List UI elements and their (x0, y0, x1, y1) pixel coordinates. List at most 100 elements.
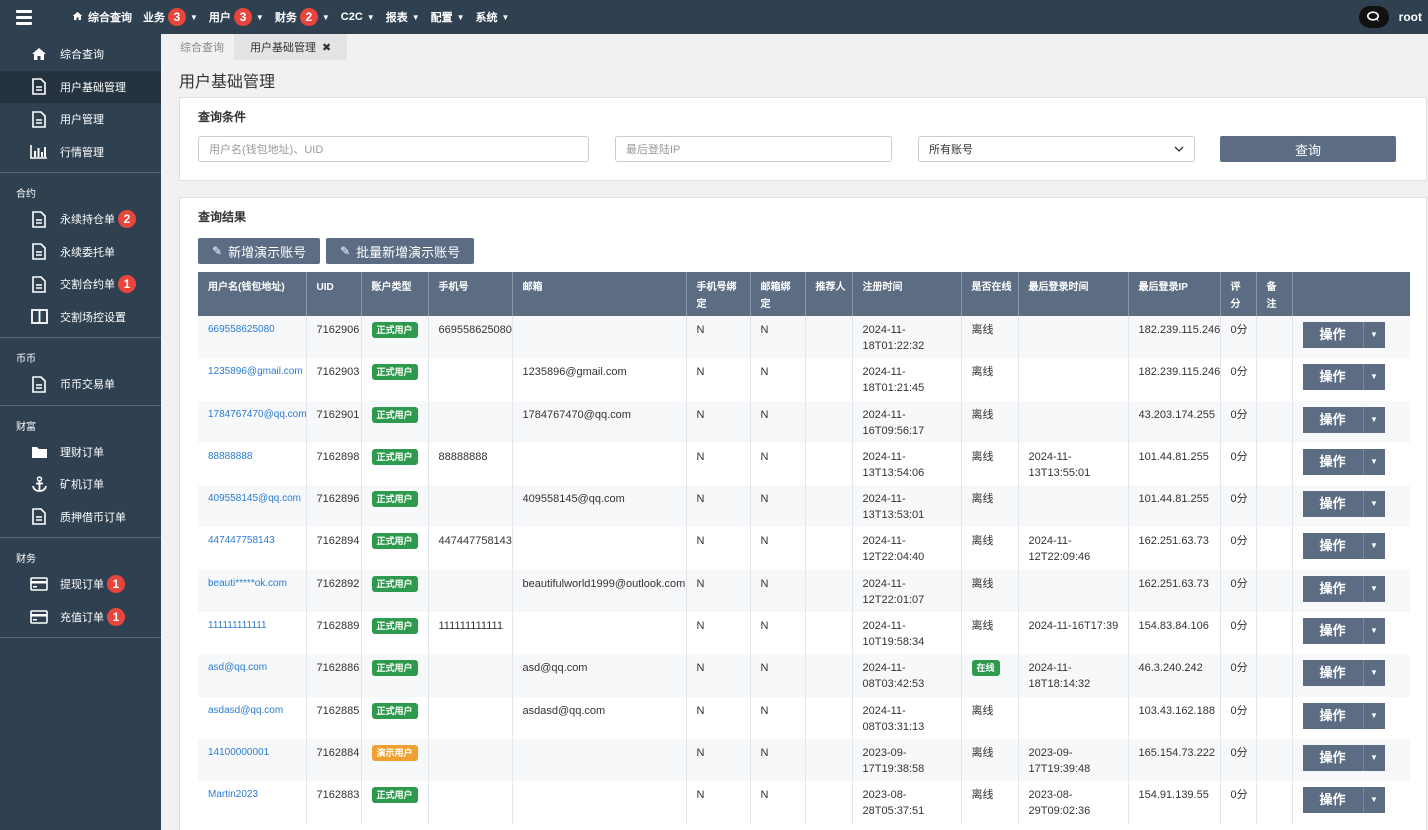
table-cell-email-bind: N (750, 738, 806, 782)
caret-down-icon[interactable]: ▼ (1362, 575, 1385, 602)
page-tab-label: 用户基础管理 (250, 42, 316, 54)
table-cell-note (1256, 400, 1293, 443)
username-link[interactable]: 447447758143 (198, 527, 307, 570)
account-type-badge: 正式用户 (371, 575, 418, 592)
caret-down-icon[interactable]: ▼ (1362, 491, 1385, 518)
last-login-ip-input[interactable]: 最后登陆IP (615, 136, 892, 162)
sidebar-item[interactable]: 币币交易单 (0, 368, 161, 401)
operation-button[interactable]: 操作 (1302, 660, 1363, 687)
username-link[interactable]: 409558145@qq.com (198, 485, 307, 528)
username-search-input[interactable]: 用户名(钱包地址)、UID (198, 136, 589, 162)
column-header: 用户名(钱包地址) (198, 272, 307, 316)
sidebar-item[interactable]: 提现订单 1 (0, 568, 161, 601)
sidebar-item[interactable]: 交割场控设置 (0, 301, 161, 334)
add-demo-account-label: 新增演示账号 (228, 244, 307, 260)
top-menu-item[interactable]: 业务 3 ▼ (143, 8, 198, 26)
operation-button[interactable]: 操作 (1302, 406, 1363, 433)
sidebar-item[interactable]: 综合查询 (0, 38, 161, 71)
operation-button[interactable]: 操作 (1302, 702, 1363, 729)
close-icon[interactable]: ✖ (322, 41, 331, 54)
file-icon (30, 78, 48, 96)
caret-down-icon[interactable]: ▼ (1362, 702, 1385, 729)
page-tab[interactable]: 综合查询 (170, 34, 234, 60)
file-icon (30, 110, 48, 128)
caret-down-icon[interactable]: ▼ (1362, 533, 1385, 560)
table-cell-online: 离线 (961, 400, 1019, 443)
table-cell-referrer (805, 485, 853, 528)
table-cell-uid: 7162903 (306, 358, 362, 401)
add-demo-account-button[interactable]: ✎ 新增演示账号 (198, 238, 321, 264)
table-row: 447447758143 7162894 正式用户 447447758143 N N 202… (198, 527, 1410, 570)
username-link[interactable]: 669558625080 (198, 316, 307, 359)
operation-button[interactable]: 操作 (1302, 322, 1363, 348)
username-link[interactable]: 1784767470@qq.com (198, 400, 307, 443)
operation-button[interactable]: 操作 (1302, 448, 1363, 475)
table-cell-online: 离线 (961, 316, 1019, 359)
sidebar-item[interactable]: 用户管理 (0, 103, 161, 136)
username-link[interactable]: beauti*****ok.com (198, 569, 307, 613)
chat-icon[interactable] (1358, 6, 1389, 28)
username-link[interactable]: 88888888 (198, 442, 307, 486)
top-menu-item[interactable]: 配置 ▼ (431, 9, 465, 25)
sidebar-item[interactable]: 矿机订单 (0, 468, 161, 501)
sidebar-item[interactable]: 质押借币订单 (0, 501, 161, 534)
username-link[interactable]: 14100000001 (198, 738, 307, 782)
operation-button[interactable]: 操作 (1302, 575, 1363, 602)
top-menu-item[interactable]: 用户 3 ▼ (209, 8, 264, 26)
hamburger-menu-icon[interactable] (0, 0, 48, 34)
top-menu-item[interactable]: 综合查询 (72, 9, 132, 25)
username-link[interactable]: asd@qq.com (198, 654, 307, 697)
account-type-select[interactable]: 所有账号 (918, 136, 1195, 162)
caret-down-icon[interactable]: ▼ (1362, 448, 1385, 475)
sidebar-item[interactable]: 永续持仓单 2 (0, 203, 161, 236)
operation-button[interactable]: 操作 (1302, 364, 1363, 391)
account-type-cell: 演示用户 (361, 738, 429, 782)
caret-down-icon[interactable]: ▼ (1362, 406, 1385, 433)
current-user[interactable]: root (1399, 10, 1422, 24)
operation-button[interactable]: 操作 (1302, 618, 1363, 645)
file-icon (30, 243, 48, 261)
caret-down-icon[interactable]: ▼ (1362, 660, 1385, 687)
page-tab[interactable]: 用户基础管理 ✖ (234, 34, 348, 60)
query-button[interactable]: 查询 (1220, 136, 1396, 162)
top-menu-item[interactable]: 财务 2 ▼ (275, 8, 330, 26)
caret-down-icon[interactable]: ▼ (1362, 787, 1385, 814)
username-link[interactable]: 1235896@gmail.com (198, 358, 307, 401)
table-cell-ip: 182.239.115.246 (1128, 316, 1221, 359)
username-link[interactable]: asdasd@qq.com (198, 696, 307, 739)
sidebar-item[interactable]: 交割合约单 1 (0, 268, 161, 301)
caret-down-icon[interactable]: ▼ (1362, 744, 1385, 771)
users-table: 用户名(钱包地址) UID 账户类型 手机号 邮箱 手机号绑定 邮箱绑定 推荐人 注册时间 是否在… (198, 272, 1410, 824)
table-cell-online: 离线 (961, 527, 1019, 570)
table-cell-uid: 7162892 (306, 569, 362, 613)
table-cell-reg: 2024-11-08T03:42:53 (852, 654, 962, 697)
notification-badge: 2 (299, 8, 318, 26)
operation-button[interactable]: 操作 (1302, 491, 1363, 518)
card-icon (30, 608, 48, 626)
sidebar-item[interactable]: 行情管理 (0, 136, 161, 169)
username-link[interactable]: 111111111111 (198, 612, 307, 655)
column-header: 最后登录时间 (1018, 272, 1129, 316)
notification-badge: 1 (107, 607, 125, 626)
page-title: 用户基础管理 (179, 74, 276, 91)
top-menu-item[interactable]: 报表 ▼ (386, 9, 420, 25)
caret-down-icon[interactable]: ▼ (1362, 618, 1385, 645)
top-menu-item[interactable]: C2C ▼ (341, 11, 375, 23)
table-cell-phone (428, 738, 513, 782)
operation-button[interactable]: 操作 (1302, 787, 1363, 814)
sidebar-item[interactable]: 充值订单 1 (0, 601, 161, 634)
operation-button-group: 操作 ▼ (1302, 702, 1405, 729)
operation-button[interactable]: 操作 (1302, 744, 1363, 771)
account-type-cell: 正式用户 (361, 527, 429, 570)
sidebar-item[interactable]: 永续委托单 (0, 236, 161, 269)
sidebar-item[interactable]: 理财订单 (0, 436, 161, 469)
operation-button[interactable]: 操作 (1302, 533, 1363, 560)
username-link[interactable]: Martin2023 (198, 781, 307, 824)
caret-down-icon[interactable]: ▼ (1362, 322, 1385, 348)
top-nav: 综合查询 业务 3 ▼ 用户 3 ▼ 财务 2 ▼ C2C ▼ 报表 ▼ 配置 ▼ 系统 ▼ (72, 8, 520, 26)
sidebar-item[interactable]: 用户基础管理 (0, 70, 161, 103)
top-menu-item[interactable]: 系统 ▼ (476, 9, 510, 25)
table-cell-online: 离线 (961, 612, 1019, 655)
batch-add-demo-account-button[interactable]: ✎ 批量新增演示账号 (326, 238, 475, 264)
caret-down-icon[interactable]: ▼ (1362, 364, 1385, 391)
